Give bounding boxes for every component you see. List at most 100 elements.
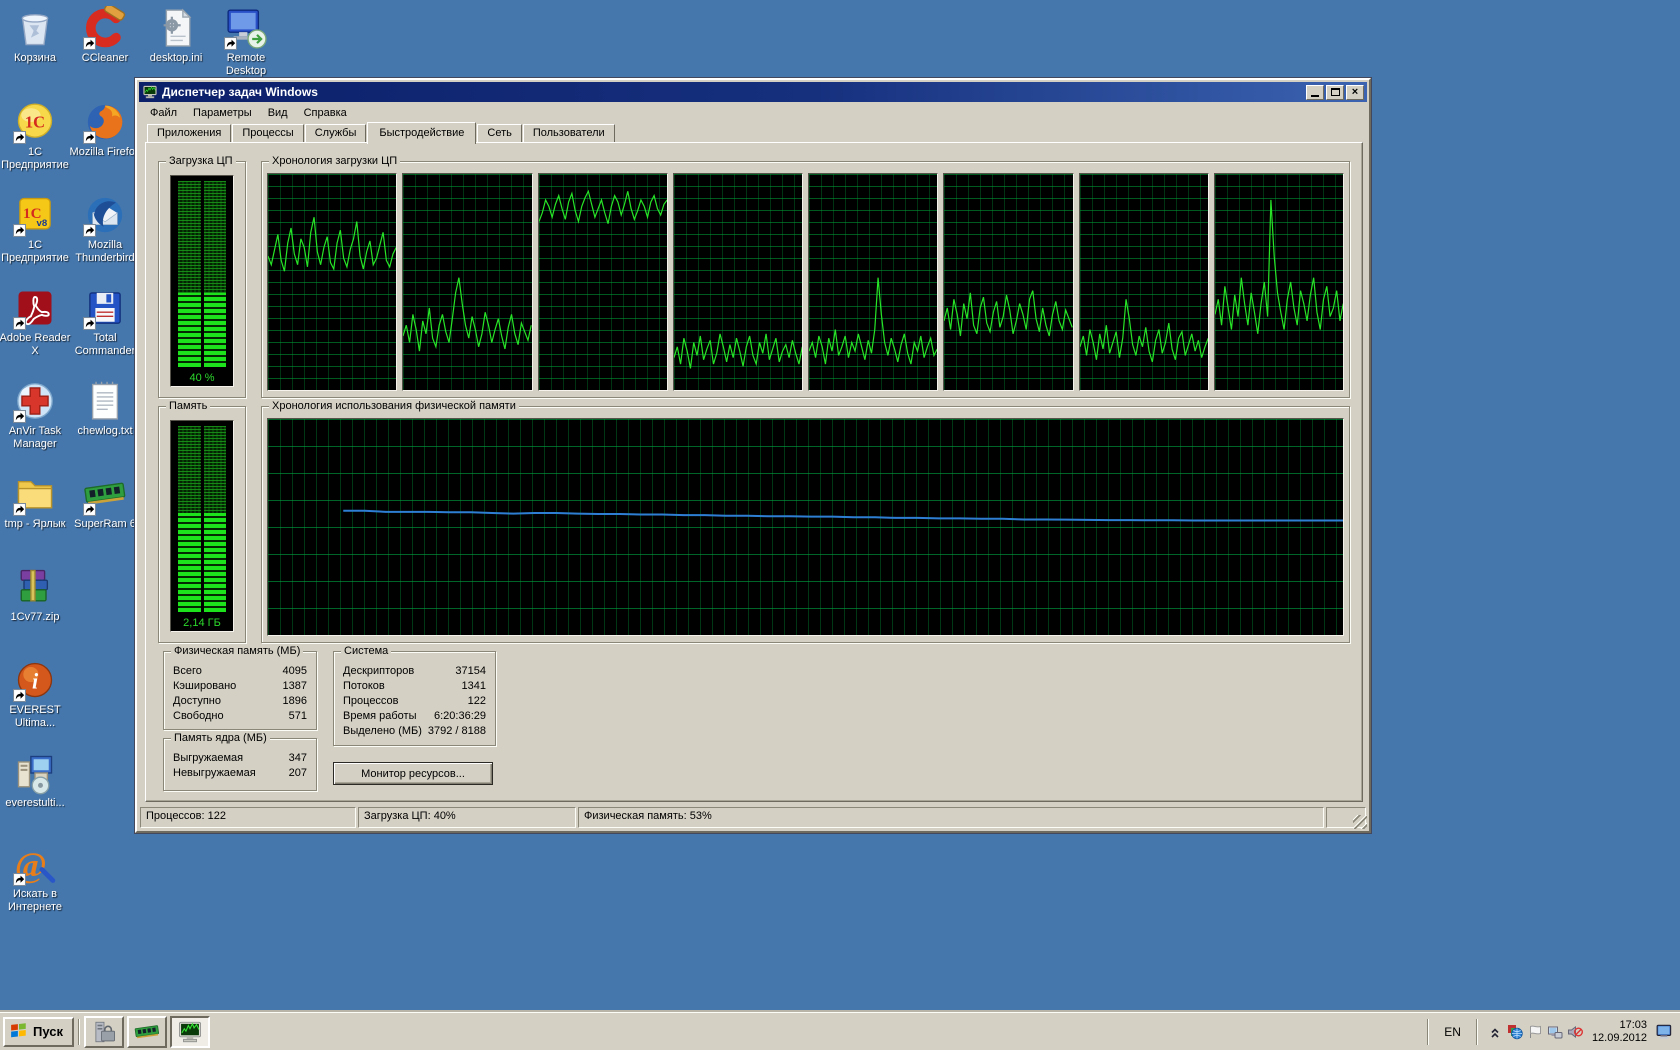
menu-item-view[interactable]: Вид <box>260 106 296 120</box>
tab-services[interactable]: Службы <box>305 124 367 142</box>
tab-users[interactable]: Пользователи <box>523 124 615 142</box>
tab-strip: ПриложенияПроцессыСлужбыБыстродействиеСе… <box>147 122 616 142</box>
stat-row: Всего4095 <box>165 664 315 679</box>
tab-applications[interactable]: Приложения <box>147 124 231 142</box>
desktop-icon-total-commander[interactable]: Total Commander <box>67 286 143 358</box>
menu-item-file[interactable]: Файл <box>142 106 185 120</box>
menu-item-options[interactable]: Параметры <box>185 106 260 120</box>
desktop-icon-label: Mozilla Firefox <box>70 146 141 159</box>
shortcut-arrow-icon <box>13 224 26 237</box>
desktop-icon-mozilla-thunderbird[interactable]: Mozilla Thunderbird <box>67 193 143 265</box>
language-indicator[interactable]: EN <box>1438 1023 1467 1041</box>
anvir-task-manager-icon <box>13 379 57 423</box>
memory-group-label: Память <box>166 400 210 412</box>
tray-network-globe-icon[interactable] <box>1507 1024 1523 1040</box>
status-panel-processes: Процессов: 122 <box>140 807 356 828</box>
start-button[interactable]: Пуск <box>3 1017 74 1047</box>
stat-value: 1387 <box>283 679 307 694</box>
cpu-history-group-label: Хронология загрузки ЦП <box>269 155 400 167</box>
stat-label: Всего <box>173 664 202 679</box>
show-desktop-icon[interactable] <box>1656 1023 1674 1041</box>
tray-collapse-chevron-icon[interactable] <box>1487 1024 1503 1040</box>
taskbar-button-task-manager[interactable] <box>170 1016 210 1048</box>
status-bar: Процессов: 122Загрузка ЦП: 40%Физическая… <box>140 807 1366 828</box>
tab-processes[interactable]: Процессы <box>232 124 303 142</box>
desktop-icon-label: Total Commander <box>75 332 136 358</box>
tab-network[interactable]: Сеть <box>477 124 521 142</box>
resource-monitor-button[interactable]: Монитор ресурсов... <box>333 762 493 785</box>
maximize-button[interactable] <box>1326 85 1344 100</box>
desktop-icon-1c-enterprise-v8[interactable]: 1Сv81С Предприятие <box>0 193 73 265</box>
desktop-icon-label: Mozilla Thunderbird <box>75 239 134 265</box>
clock[interactable]: 17:03 12.09.2012 <box>1588 1019 1651 1045</box>
minimize-button[interactable] <box>1306 85 1324 100</box>
stat-value: 1341 <box>462 679 486 694</box>
desktop-icon-label: chewlog.txt <box>77 425 132 438</box>
desktop-ini-icon <box>154 6 198 50</box>
desktop-icon-everest-ultimate[interactable]: iEVEREST Ultima... <box>0 658 73 730</box>
stat-value: 3792 / 8188 <box>428 724 486 739</box>
status-panel-cpu-load: Загрузка ЦП: 40% <box>358 807 576 828</box>
taskbar-button-system-tools[interactable] <box>84 1016 124 1048</box>
stat-label: Доступно <box>173 694 221 709</box>
tray-flag-icon[interactable] <box>1527 1024 1543 1040</box>
desktop-icon-search-internet[interactable]: @Искать в Интернете <box>0 842 73 914</box>
search-internet-icon: @ <box>13 842 57 886</box>
desktop-icon-superram-6[interactable]: SuperRam 6 <box>67 472 143 531</box>
desktop-icon-desktop-ini[interactable]: desktop.ini <box>138 6 214 65</box>
stat-row: Свободно571 <box>165 709 315 724</box>
menu-item-help[interactable]: Справка <box>296 106 355 120</box>
desktop-icon-remote-desktop[interactable]: Remote Desktop <box>208 6 284 78</box>
shortcut-arrow-icon <box>83 37 96 50</box>
windows-flag-icon <box>10 1021 28 1042</box>
desktop-icon-label: tmp - Ярлык <box>5 518 66 531</box>
stat-row: Выгружаемая347 <box>165 751 315 766</box>
desktop-icon-label: 1Cv77.zip <box>11 611 60 624</box>
shortcut-arrow-icon <box>83 317 96 330</box>
task-manager-icon <box>142 84 158 100</box>
led-column <box>204 426 227 612</box>
stat-row: Выделено (МБ)3792 / 8188 <box>335 724 494 739</box>
tab-performance[interactable]: Быстродействие <box>367 122 476 144</box>
resize-grip[interactable] <box>1353 815 1367 829</box>
desktop-icon-1c-enterprise[interactable]: 1С1С Предприятие <box>0 100 73 172</box>
menubar: ФайлПараметрыВидСправка <box>139 104 1367 121</box>
desktop-icon-recycle-bin[interactable]: Корзина <box>0 6 73 65</box>
memory-value: 2,14 ГБ <box>171 617 233 629</box>
desktop-icon-1cv77-zip[interactable]: 1Cv77.zip <box>0 565 73 624</box>
titlebar[interactable]: Диспетчер задач Windows × <box>139 82 1367 102</box>
adobe-reader-x-icon <box>13 286 57 330</box>
taskbar-button-superram[interactable] <box>127 1016 167 1048</box>
close-button[interactable]: × <box>1346 85 1364 100</box>
cpu-history-chart-4 <box>673 173 803 391</box>
desktop-icon-label: CCleaner <box>82 52 128 65</box>
stat-row: Процессов122 <box>335 694 494 709</box>
desktop-icon-mozilla-firefox[interactable]: Mozilla Firefox <box>67 100 143 159</box>
desktop-icon-anvir-task-manager[interactable]: AnVir Task Manager <box>0 379 73 451</box>
tray-network-connection-icon[interactable] <box>1547 1024 1563 1040</box>
stat-label: Время работы <box>343 709 417 724</box>
svg-text:v8: v8 <box>37 218 48 229</box>
chewlog-txt-icon <box>83 379 127 423</box>
tray-volume-muted-icon[interactable] <box>1567 1024 1583 1040</box>
kernel-memory-group-label: Память ядра (МБ) <box>171 732 270 744</box>
desktop-icon-adobe-reader-x[interactable]: Adobe Reader X <box>0 286 73 358</box>
memory-history-group: Хронология использования физической памя… <box>261 406 1350 643</box>
desktop-icon-label: Корзина <box>14 52 56 65</box>
stat-label: Потоков <box>343 679 385 694</box>
mozilla-thunderbird-icon <box>83 193 127 237</box>
recycle-bin-icon <box>13 6 57 50</box>
window-title: Диспетчер задач Windows <box>162 85 1306 99</box>
stat-label: Процессов <box>343 694 399 709</box>
task-manager-window: Диспетчер задач Windows × ФайлПараметрыВ… <box>135 78 1371 833</box>
desktop-icon-ccleaner[interactable]: CCleaner <box>67 6 143 65</box>
system-group: Система Дескрипторов37154Потоков1341Проц… <box>333 651 496 746</box>
stat-value: 571 <box>289 709 307 724</box>
stat-label: Кэшировано <box>173 679 236 694</box>
memory-group: Память 2,14 ГБ <box>158 406 246 643</box>
desktop-icon-chewlog-txt[interactable]: chewlog.txt <box>67 379 143 438</box>
desktop-icon-everest-installer[interactable]: everestulti... <box>0 751 73 810</box>
cpu-history-chart-5 <box>808 173 938 391</box>
desktop-icon-tmp-shortcut[interactable]: tmp - Ярлык <box>0 472 73 531</box>
cpu-history-chart-3 <box>538 173 668 391</box>
